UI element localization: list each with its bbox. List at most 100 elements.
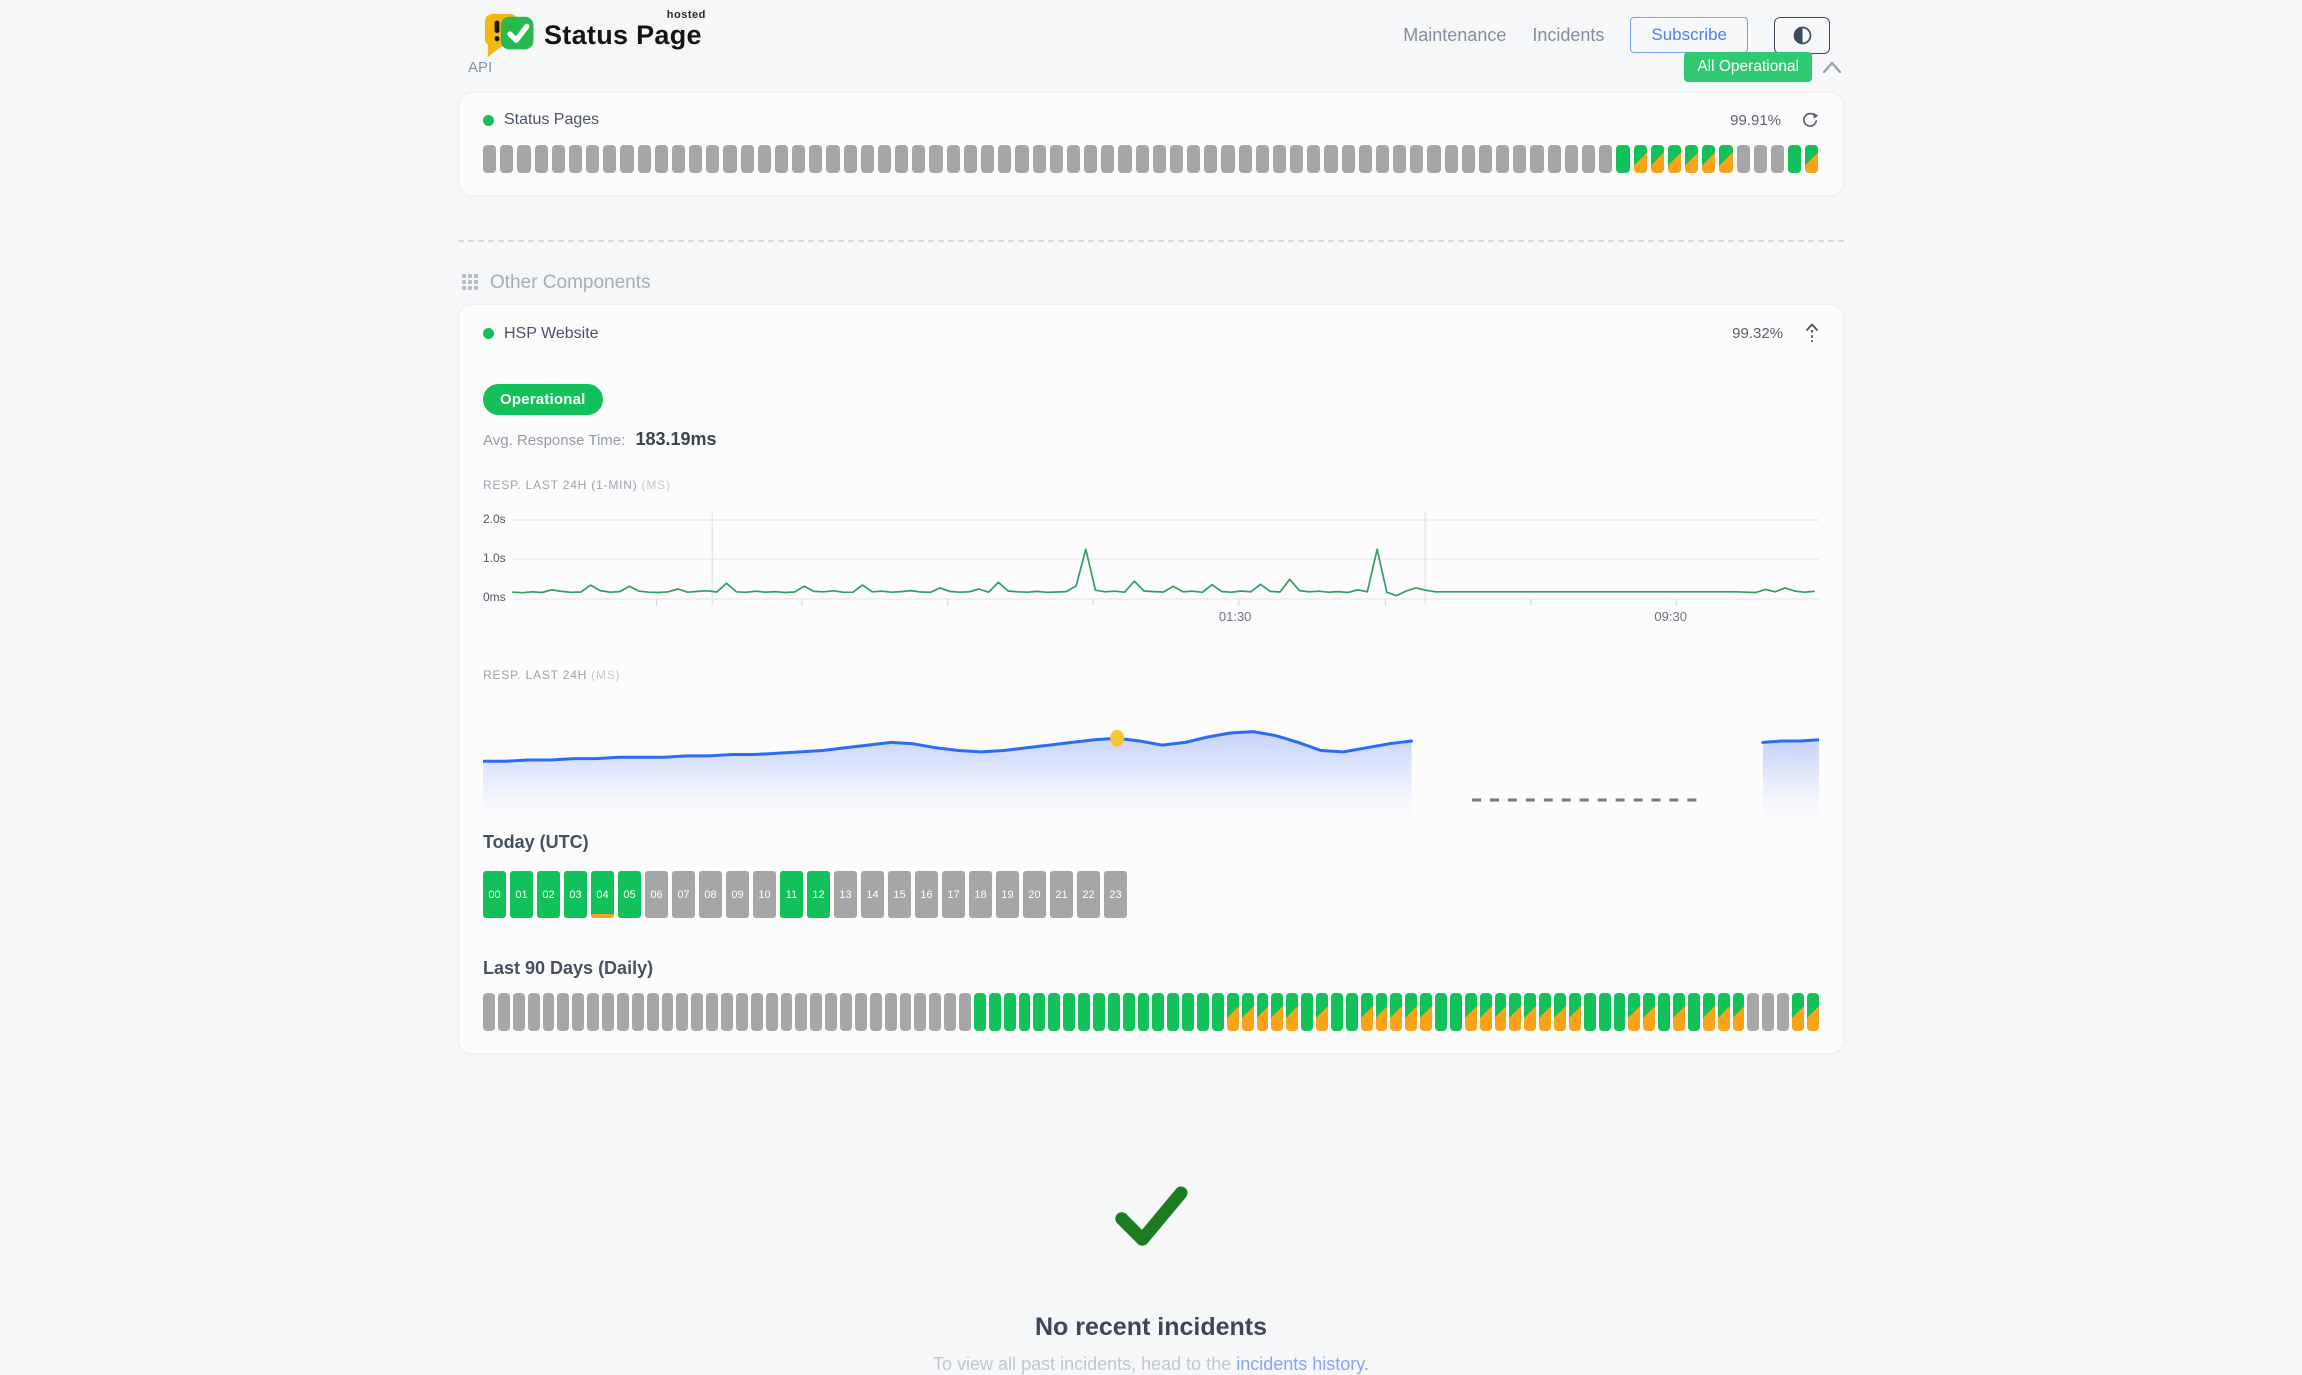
uptime-bar[interactable] [1152,993,1164,1031]
uptime-bar[interactable] [736,993,748,1031]
uptime-bar[interactable] [1462,145,1475,173]
hour-block[interactable]: 21 [1050,871,1073,918]
uptime-bar[interactable] [647,993,659,1031]
uptime-bar[interactable] [1256,145,1269,173]
uptime-bar[interactable] [792,145,805,173]
today-hours-strip[interactable]: 0001020304050607080910111213141516171819… [483,871,1819,918]
uptime-bar[interactable] [914,993,926,1031]
hour-block[interactable]: 08 [699,871,722,918]
uptime-bar[interactable] [981,145,994,173]
uptime-bar[interactable] [775,145,788,173]
uptime-bar[interactable] [959,993,971,1031]
hour-block[interactable]: 05 [618,871,641,918]
uptime-bar[interactable] [1747,993,1759,1031]
uptime-bar[interactable] [964,145,977,173]
uptime-bar[interactable] [662,993,674,1031]
uptime-bar[interactable] [557,993,569,1031]
uptime-bar[interactable] [1718,993,1730,1031]
uptime-bar[interactable] [1286,993,1298,1031]
uptime-bar[interactable] [535,145,548,173]
uptime-bar[interactable] [1628,993,1640,1031]
uptime-bar[interactable] [1015,145,1028,173]
uptime-bar[interactable] [1435,993,1447,1031]
uptime-bar[interactable] [638,145,651,173]
uptime-bar[interactable] [1668,145,1681,173]
uptime-bar[interactable] [721,993,733,1031]
uptime-bar[interactable] [1078,993,1090,1031]
uptime-bar[interactable] [1048,993,1060,1031]
uptime-bar[interactable] [602,993,614,1031]
uptime-bar[interactable] [1197,993,1209,1031]
uptime-bar[interactable] [1539,993,1551,1031]
uptime-bar[interactable] [1405,993,1417,1031]
uptime-bar[interactable] [1703,993,1715,1031]
uptime-bar[interactable] [587,993,599,1031]
hour-block[interactable]: 22 [1077,871,1100,918]
uptime-bar[interactable] [1033,993,1045,1031]
uptime-bar[interactable] [1019,993,1031,1031]
uptime-bar[interactable] [1257,993,1269,1031]
uptime-bar[interactable] [1170,145,1183,173]
uptime-bar[interactable] [929,993,941,1031]
uptime-bar[interactable] [1673,993,1685,1031]
hour-block[interactable]: 14 [861,871,884,918]
hour-block[interactable]: 02 [537,871,560,918]
uptime-bar[interactable] [912,145,925,173]
uptime-bar[interactable] [989,993,1001,1031]
uptime-bar[interactable] [974,993,986,1031]
uptime-bar[interactable] [1108,993,1120,1031]
hour-block[interactable]: 20 [1023,871,1046,918]
uptime-bar[interactable] [632,993,644,1031]
hour-block[interactable]: 23 [1104,871,1127,918]
uptime-bar[interactable] [1584,993,1596,1031]
uptime-bar[interactable] [810,993,822,1031]
uptime-bar[interactable] [1390,993,1402,1031]
hour-block[interactable]: 10 [753,871,776,918]
uptime-bar[interactable] [1004,993,1016,1031]
hour-block[interactable]: 15 [888,871,911,918]
uptime-bar[interactable] [1212,993,1224,1031]
uptime-bar[interactable] [1307,145,1320,173]
uptime-bar[interactable] [1063,993,1075,1031]
uptime-bar[interactable] [1788,145,1801,173]
uptime-bar[interactable] [1118,145,1131,173]
uptime-bar[interactable] [1084,145,1097,173]
uptime-bar[interactable] [855,993,867,1031]
hour-block[interactable]: 18 [969,871,992,918]
uptime-bar[interactable] [1101,145,1114,173]
hour-block[interactable]: 00 [483,871,506,918]
uptime-bar[interactable] [1167,993,1179,1031]
uptime-bar[interactable] [1427,145,1440,173]
uptime-bar[interactable] [1614,993,1626,1031]
hour-block[interactable]: 09 [726,871,749,918]
uptime-bar[interactable] [723,145,736,173]
uptime-bar[interactable] [1346,993,1358,1031]
uptime-bar[interactable] [1616,145,1629,173]
uptime-bar[interactable] [751,993,763,1031]
hour-block[interactable]: 19 [996,871,1019,918]
hour-block[interactable]: 04 [591,871,614,918]
uptime-bar[interactable] [1771,145,1784,173]
uptime-bar[interactable] [895,145,908,173]
uptime-bar[interactable] [1719,145,1732,173]
uptime-bar[interactable] [517,145,530,173]
uptime-bar[interactable] [1271,993,1283,1031]
uptime-bar[interactable] [1153,145,1166,173]
uptime-bar[interactable] [1420,993,1432,1031]
uptime-bar[interactable] [543,993,555,1031]
uptime-bar[interactable] [1569,993,1581,1031]
uptime-bar[interactable] [676,993,688,1031]
uptime-bar[interactable] [844,145,857,173]
uptime-bar[interactable] [781,993,793,1031]
hour-block[interactable]: 16 [915,871,938,918]
theme-toggle-button[interactable] [1774,17,1830,54]
uptime-bar[interactable] [1509,993,1521,1031]
uptime-bar[interactable] [1762,993,1774,1031]
uptime-bar[interactable] [1480,993,1492,1031]
uptime-bar[interactable] [947,145,960,173]
uptime-bar[interactable] [513,993,525,1031]
uptime-bar[interactable] [840,993,852,1031]
uptime-bar[interactable] [825,993,837,1031]
uptime-bar[interactable] [1754,145,1767,173]
uptime-bar[interactable] [1495,993,1507,1031]
